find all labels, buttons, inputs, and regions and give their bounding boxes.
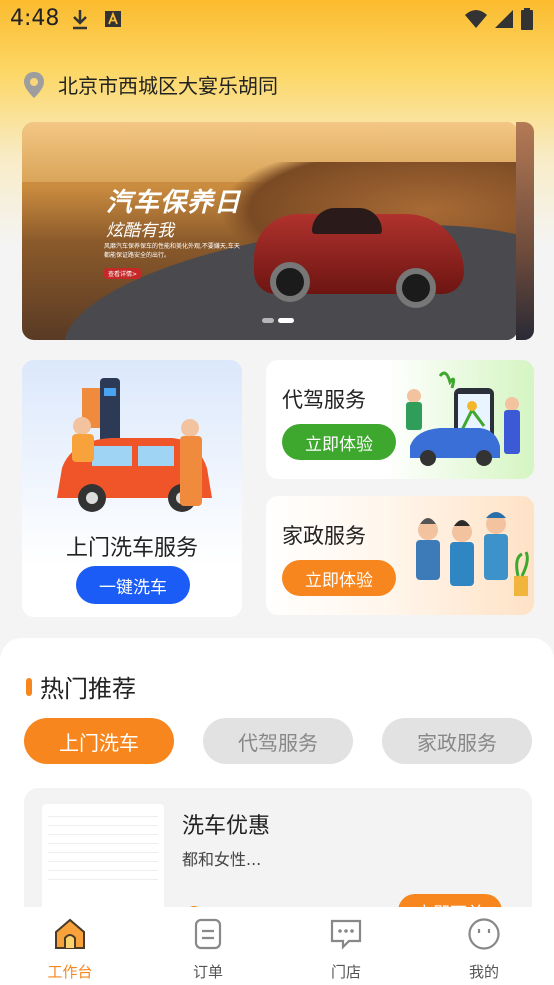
tabbar-item-store[interactable]: 门店 bbox=[306, 917, 386, 982]
recommendation-description: 都和女性... bbox=[182, 850, 262, 869]
font-a-icon bbox=[105, 11, 121, 27]
tabbar-label-orders: 订单 bbox=[192, 963, 223, 981]
housekeeping-service-card[interactable]: 家政服务 立即体验 bbox=[266, 496, 534, 615]
thumbnail-line bbox=[48, 853, 158, 862]
location-bar[interactable]: 北京市西城区大宴乐胡同 bbox=[22, 70, 278, 99]
wash-service-title: 上门洗车服务 bbox=[65, 536, 198, 561]
banner-subtitle: 炫酷有我 bbox=[106, 221, 174, 241]
tabbar-label-store: 门店 bbox=[330, 963, 361, 981]
driver-service-title: 代驾服务 bbox=[282, 388, 366, 412]
tab-driver-service[interactable]: 代驾服务 bbox=[203, 718, 353, 764]
driver-service-card[interactable]: 代驾服务 立即体验 bbox=[266, 360, 534, 479]
driver-try-now-button[interactable]: 立即体验 bbox=[282, 424, 396, 460]
section-accent-bar bbox=[26, 677, 32, 696]
carousel-dot-active bbox=[278, 318, 294, 323]
hot-section-header: 热门推荐 bbox=[26, 669, 136, 704]
car-wheel bbox=[270, 262, 310, 302]
housekeeping-try-now-button[interactable]: 立即体验 bbox=[282, 560, 396, 596]
next-banner-peek[interactable] bbox=[516, 122, 534, 340]
tabbar-item-workbench[interactable]: 工作台 bbox=[30, 917, 110, 982]
thumbnail-line bbox=[48, 871, 158, 880]
wifi-icon bbox=[465, 10, 487, 28]
tabbar-item-profile[interactable]: 我的 bbox=[444, 917, 524, 982]
banner-title: 汽车保养日 bbox=[106, 188, 242, 218]
signal-icon bbox=[495, 10, 513, 28]
status-time: 4:48 bbox=[10, 6, 60, 31]
thumbnail-line bbox=[48, 835, 158, 844]
order-icon bbox=[194, 918, 222, 950]
one-click-wash-button[interactable]: 一键洗车 bbox=[76, 566, 190, 604]
status-bar: 4:48 bbox=[0, 0, 554, 40]
tabbar-item-orders[interactable]: 订单 bbox=[168, 917, 248, 982]
carousel-indicator bbox=[262, 318, 294, 323]
thumbnail-line bbox=[48, 808, 158, 817]
recommendation-title: 洗车优惠 bbox=[182, 814, 271, 839]
thumbnail-line bbox=[48, 844, 158, 853]
tab-housekeeping[interactable]: 家政服务 bbox=[382, 718, 532, 764]
banner-description: 风靡汽车保养保车的性能和美化外观,不要嫌天,车天都能保证路安全的出行。 bbox=[104, 243, 240, 259]
download-icon bbox=[73, 10, 87, 30]
carousel-dot bbox=[262, 318, 274, 323]
tabbar-label-workbench: 工作台 bbox=[47, 963, 93, 981]
promo-banner[interactable]: 汽车保养日 炫酷有我 风靡汽车保养保车的性能和美化外观,不要嫌天,车天都能保证路… bbox=[22, 122, 518, 340]
profile-face-icon bbox=[468, 918, 500, 950]
car-window bbox=[312, 208, 382, 234]
housekeeping-service-title: 家政服务 bbox=[282, 524, 366, 548]
housekeeping-illustration bbox=[416, 512, 529, 596]
hot-section-title: 热门推荐 bbox=[40, 675, 136, 703]
bottom-tab-bar: 工作台 订单 门店 我的 bbox=[0, 907, 554, 985]
home-icon bbox=[55, 918, 85, 949]
banner-detail-button[interactable]: 查看详情> bbox=[104, 268, 142, 279]
thumbnail-line bbox=[48, 862, 158, 871]
car-wash-service-card[interactable]: 上门洗车服务 一键洗车 bbox=[22, 360, 242, 617]
car-wheel bbox=[396, 268, 436, 308]
store-chat-icon bbox=[330, 919, 362, 950]
location-pin-icon bbox=[24, 71, 44, 98]
category-tabs: 上门洗车 代驾服务 家政服务 bbox=[24, 718, 532, 764]
battery-icon bbox=[521, 8, 533, 30]
recommendation-thumbnail bbox=[42, 804, 164, 924]
car-wash-illustration bbox=[57, 378, 212, 512]
tab-car-wash[interactable]: 上门洗车 bbox=[24, 718, 174, 764]
thumbnail-line bbox=[48, 826, 158, 835]
driver-service-illustration bbox=[406, 371, 520, 466]
location-text: 北京市西城区大宴乐胡同 bbox=[58, 74, 278, 98]
tabbar-label-profile: 我的 bbox=[468, 963, 499, 981]
thumbnail-line bbox=[48, 817, 158, 826]
